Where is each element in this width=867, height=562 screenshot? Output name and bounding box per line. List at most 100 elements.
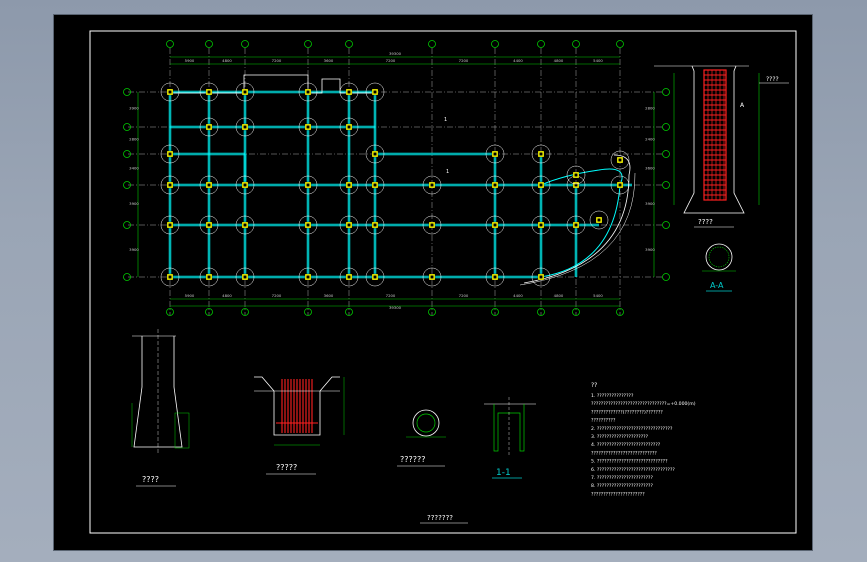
pile-cap-detail: ????? — [254, 376, 345, 475]
axis-bubble-top — [304, 40, 312, 48]
right-dim-text: 3900 — [645, 247, 655, 252]
note-line: ?????????? — [591, 418, 616, 424]
top-total-dim: 39300 — [389, 51, 402, 56]
column-core — [574, 173, 578, 177]
bottom-dim-text: 7200 — [459, 293, 469, 298]
section-marker-1: 1 — [444, 117, 447, 123]
note-line: 7. ??????????????????????? — [591, 475, 653, 481]
column-core — [597, 218, 601, 222]
axis-bubble-top — [537, 40, 545, 48]
bottom-dim-text: 4400 — [513, 293, 523, 298]
column-core — [168, 183, 172, 187]
column-core — [207, 223, 211, 227]
right-dim-text: 2800 — [645, 106, 655, 111]
bottom-dim-text: 5400 — [593, 293, 603, 298]
column-core — [306, 223, 310, 227]
top-dim-text: 7200 — [459, 58, 469, 63]
column-core — [493, 223, 497, 227]
note-line: ?????????????(????????)??????? — [591, 409, 663, 415]
section-1-1-title: 1-1 — [496, 468, 511, 478]
axis-bubble-right — [662, 181, 670, 189]
foundation-plan: 5900 5900 4800 4800 7200 7200 3600 3600 7200 7200… — [123, 40, 670, 316]
top-dim-text: 3600 — [324, 58, 334, 63]
drawing-sheet: 5900 5900 4800 4800 7200 7200 3600 3600 7200 7200… — [53, 14, 813, 551]
axis-bubble-top — [166, 40, 174, 48]
axis-bubble-top — [345, 40, 353, 48]
right-dim-text: 3600 — [645, 166, 655, 171]
right-dim-text: 3900 — [645, 201, 655, 206]
axis-bubble-top — [491, 40, 499, 48]
note-line: 4. ?????????????????????????? — [591, 442, 661, 448]
top-dim-text: 7200 — [272, 58, 282, 63]
column-core — [306, 125, 310, 129]
left-dim-text: 3900 — [129, 247, 139, 252]
aa-mark-label: A — [740, 102, 745, 109]
column-core — [373, 152, 377, 156]
aa-upper-label: ???? — [766, 76, 779, 83]
axis-bubble-right — [662, 88, 670, 96]
column-core — [347, 125, 351, 129]
top-dim-text: 5400 — [593, 58, 603, 63]
column-core — [243, 223, 247, 227]
column-core — [168, 275, 172, 279]
axis-bubble-right — [662, 150, 670, 158]
right-dim-text: 2400 — [645, 137, 655, 142]
left-dim-text: 2800 — [129, 137, 139, 142]
column-core — [168, 152, 172, 156]
column-core — [207, 125, 211, 129]
section-aa-detail: ???? A ???? A-A — [654, 65, 789, 292]
column-core — [493, 275, 497, 279]
top-dim-text: 4400 — [513, 58, 523, 63]
note-line: 6. ???????????????????????????????? — [591, 467, 675, 473]
foundation-plan-drawing: 5900 5900 4800 4800 7200 7200 3600 3600 7200 7200… — [89, 30, 797, 534]
note-line: ??????????????????????????? — [591, 450, 657, 456]
top-dim-text: 4800 — [222, 58, 232, 63]
column-core — [493, 152, 497, 156]
column-core — [539, 223, 543, 227]
column-core — [168, 223, 172, 227]
column-core — [539, 275, 543, 279]
column-core — [539, 152, 543, 156]
column-core — [373, 90, 377, 94]
top-dim-text: 4800 — [554, 58, 564, 63]
axis-bubble-top — [616, 40, 624, 48]
column-core — [373, 223, 377, 227]
aa-elevation-caption: ???? — [698, 218, 713, 226]
column-core — [347, 90, 351, 94]
axis-bubble-right — [662, 123, 670, 131]
left-dim-text: 3400 — [129, 166, 139, 171]
column-core — [347, 183, 351, 187]
bottom-dim-text: 7200 — [386, 293, 396, 298]
aa-section-title: A-A — [710, 281, 724, 290]
drawing-title: ??????? — [427, 514, 453, 522]
axis-bubble-right — [662, 273, 670, 281]
column-core — [168, 90, 172, 94]
section-marker-1: 1 — [446, 169, 449, 175]
general-notes: ?? 1. ??????????????? ??????????????????… — [591, 382, 696, 497]
note-line: ?????????????????????? — [591, 491, 645, 497]
building-outline — [170, 74, 375, 94]
axis-bubble-top — [241, 40, 249, 48]
note-line: 2. ??????????????????????????????? — [591, 426, 673, 432]
column-detail: ???? — [131, 329, 190, 487]
column-core — [347, 275, 351, 279]
bottom-total-dim: 39300 — [389, 305, 402, 310]
column-core — [207, 275, 211, 279]
column-core — [243, 90, 247, 94]
column-core — [243, 183, 247, 187]
bottom-dim-text: 3600 — [324, 293, 334, 298]
column-core — [430, 275, 434, 279]
top-dim-text: 7200 — [386, 58, 396, 63]
column-core — [243, 125, 247, 129]
column-core — [618, 158, 622, 162]
column-core — [207, 183, 211, 187]
column-core — [207, 90, 211, 94]
column-core — [243, 275, 247, 279]
axis-bubble-top — [205, 40, 213, 48]
pile-section-detail: ?????? — [397, 409, 446, 467]
bottom-dim-text: 7200 — [272, 293, 282, 298]
section-1-1-detail: 1-1 — [484, 397, 536, 479]
bottom-dim-text: 5900 — [185, 293, 195, 298]
axis-bubble-top — [428, 40, 436, 48]
pile-cap-caption: ????? — [276, 463, 297, 472]
